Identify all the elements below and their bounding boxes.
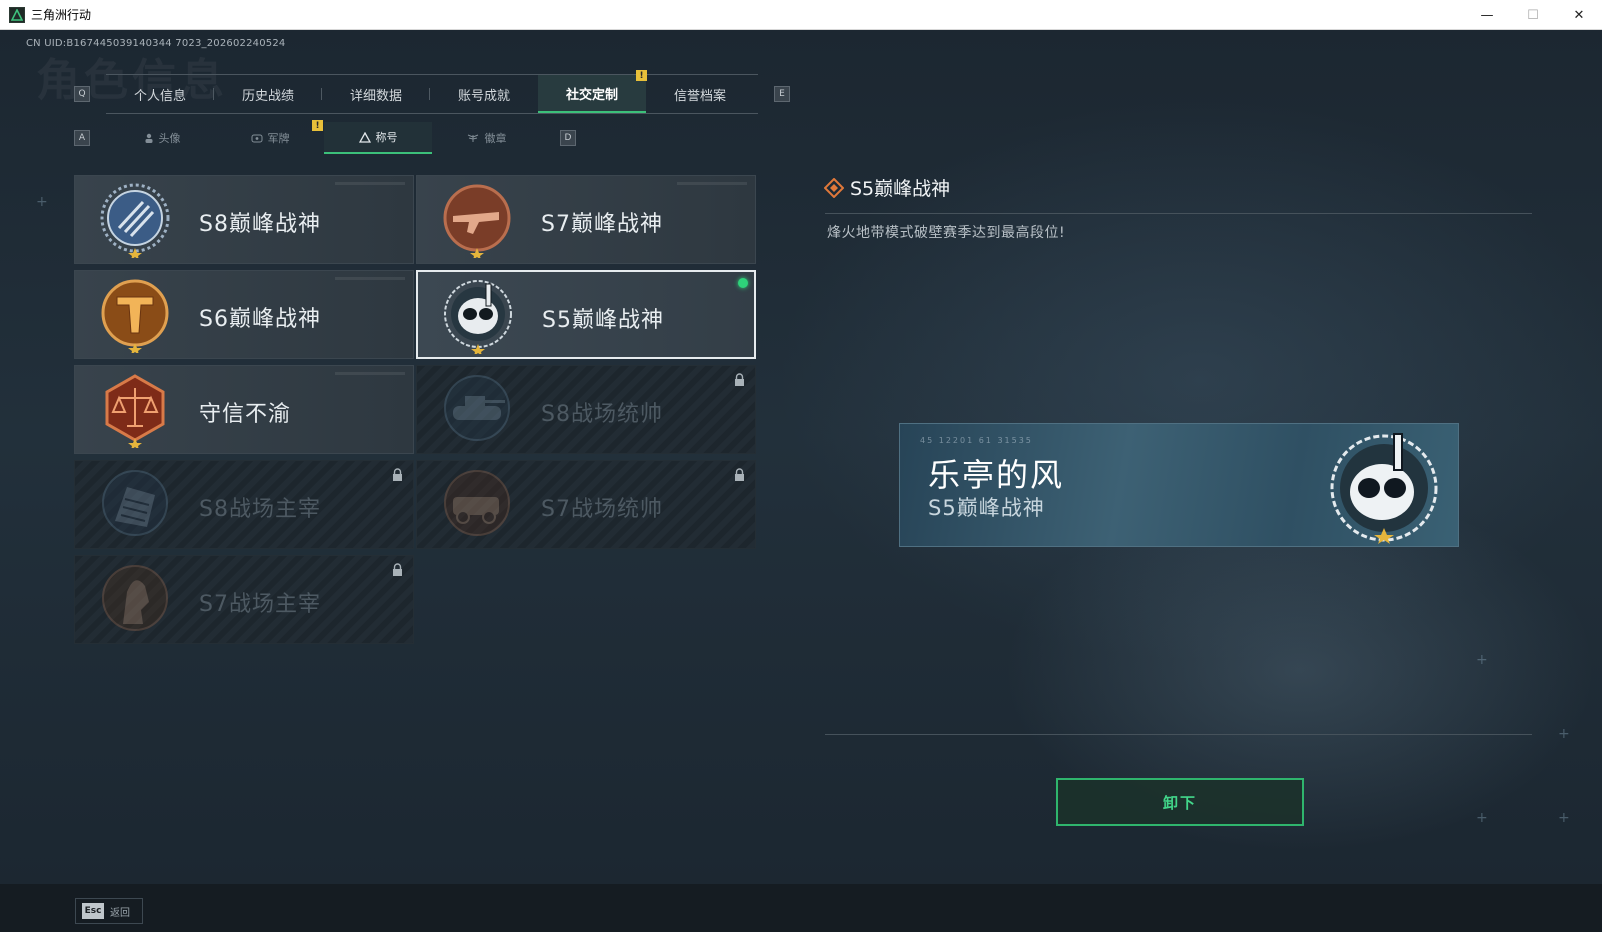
divider: [825, 213, 1532, 214]
close-button[interactable]: ✕: [1556, 0, 1602, 30]
title-name: S6巅峰战神: [199, 307, 321, 332]
title-card[interactable]: 守信不渝: [74, 365, 414, 454]
footer-bar: [0, 884, 1602, 932]
title-name: S7战场主宰: [199, 592, 321, 617]
lock-icon: [393, 563, 402, 576]
prev-tab-key[interactable]: Q: [74, 86, 90, 102]
card-deco: [335, 182, 405, 185]
window-title: 三角洲行动: [31, 8, 92, 22]
tab-match-history[interactable]: 历史战绩: [214, 75, 322, 113]
next-subtab-key[interactable]: D: [560, 130, 576, 146]
subtab-avatar[interactable]: 头像: [108, 122, 216, 154]
crosshair-mark: +: [1476, 810, 1488, 826]
tab-label: 社交定制: [565, 87, 618, 103]
tab-label: 详细数据: [349, 88, 402, 104]
lock-icon: [735, 468, 744, 481]
detail-description: 烽火地带模式破壁赛季达到最高段位!: [827, 225, 1066, 241]
equipped-title: S5巅峰战神: [928, 496, 1045, 520]
divider: [825, 734, 1532, 735]
maximize-button[interactable]: ☐: [1510, 0, 1556, 30]
prev-subtab-key[interactable]: A: [74, 130, 90, 146]
main-tab-bar: 个人信息 历史战绩 详细数据 账号成就 社交定制 信誉档案: [106, 74, 758, 114]
blue-stripes-badge-icon: [100, 183, 170, 258]
name-card-preview: 45 12201 61 31535 乐亭的风 S5巅峰战神: [899, 423, 1459, 547]
subtab-label: 徽章: [484, 132, 507, 145]
title-card[interactable]: S8巅峰战神: [74, 175, 414, 264]
uid-label: CN UID:B167445039140344 7023_20260224052…: [26, 38, 286, 49]
app-logo-icon: [9, 6, 25, 23]
crosshair-mark: +: [1558, 810, 1570, 826]
subtab-label: 称号: [375, 131, 398, 144]
person-icon: [145, 133, 152, 143]
window-titlebar: 三角洲行动 — ☐ ✕: [0, 0, 1602, 30]
card-deco: [335, 372, 405, 375]
title-name: S7巅峰战神: [541, 212, 663, 237]
crosshair-mark: +: [1476, 652, 1488, 668]
tab-personal-info[interactable]: 个人信息: [106, 75, 214, 113]
title-name: S7战场统帅: [541, 497, 663, 522]
card-deco: [677, 182, 747, 185]
crosshair-mark: +: [36, 194, 48, 210]
tab-social-custom[interactable]: 社交定制: [538, 75, 646, 113]
subtab-dogtag[interactable]: 军牌: [216, 122, 324, 154]
gold-t-badge-icon: [101, 279, 169, 353]
vehicle-badge-icon: [444, 470, 510, 536]
tab-label: 历史战绩: [241, 88, 294, 104]
title-name: S8巅峰战神: [199, 212, 321, 237]
minimize-button[interactable]: —: [1464, 0, 1510, 30]
title-card[interactable]: S6巅峰战神: [74, 270, 414, 359]
tab-label: 账号成就: [457, 88, 510, 104]
title-name: S8战场统帅: [541, 402, 663, 427]
title-card-locked[interactable]: S8战场统帅: [416, 365, 756, 454]
building-badge-icon: [102, 470, 168, 536]
game-viewport: 角色信息 CN UID:B167445039140344 7023_202602…: [0, 30, 1602, 932]
title-name: 守信不渝: [199, 402, 292, 427]
alert-badge: !: [312, 120, 323, 131]
esc-key: Esc: [82, 903, 104, 919]
next-tab-key[interactable]: E: [774, 86, 790, 102]
scales-badge-icon: [105, 374, 165, 448]
title-card-locked[interactable]: S7战场主宰: [74, 555, 414, 644]
title-card-selected[interactable]: S5巅峰战神: [416, 270, 756, 359]
tab-detailed-data[interactable]: 详细数据: [322, 75, 430, 113]
title-card[interactable]: S7巅峰战神: [416, 175, 756, 264]
title-name: S5巅峰战神: [542, 308, 664, 333]
tab-label: 个人信息: [133, 88, 186, 104]
title-card-locked[interactable]: S8战场主宰: [74, 460, 414, 549]
subtab-label: 军牌: [267, 132, 290, 145]
tab-credit-record[interactable]: 信誉档案: [646, 75, 754, 113]
card-code: 45 12201 61 31535: [920, 436, 1033, 445]
back-button[interactable]: Esc 返回: [75, 898, 143, 924]
card-deco: [335, 277, 405, 280]
alert-badge: !: [636, 70, 647, 81]
detail-title: S5巅峰战神: [850, 178, 951, 200]
crosshair-mark: +: [1558, 726, 1570, 742]
copper-rifle-badge-icon: [443, 184, 511, 258]
unequip-button[interactable]: 卸下: [1056, 778, 1304, 826]
subtab-badge[interactable]: 徽章: [432, 122, 540, 154]
detail-heading: S5巅峰战神: [824, 174, 950, 201]
dogtag-icon: [251, 134, 262, 143]
skull-diver-badge-icon: [444, 280, 512, 354]
equipped-indicator: [738, 278, 748, 288]
sub-tab-bar: 头像 军牌 称号 徽章: [108, 122, 544, 154]
title-card-locked[interactable]: S7战场统帅: [416, 460, 756, 549]
tab-label: 信誉档案: [673, 88, 726, 104]
lock-icon: [393, 468, 402, 481]
skull-diver-badge-icon: [1330, 433, 1438, 544]
tab-achievements[interactable]: 账号成就: [430, 75, 538, 113]
lock-icon: [735, 373, 744, 386]
wings-icon: [467, 134, 478, 142]
warrior-badge-icon: [102, 565, 168, 631]
back-label: 返回: [110, 907, 130, 919]
title-name: S8战场主宰: [199, 497, 321, 522]
subtab-label: 头像: [158, 132, 181, 145]
triangle-icon: [358, 131, 371, 143]
diamond-icon: [824, 177, 844, 198]
tank-badge-icon: [444, 375, 510, 441]
subtab-title[interactable]: 称号: [324, 122, 432, 154]
player-name: 乐亭的风: [928, 456, 1065, 494]
